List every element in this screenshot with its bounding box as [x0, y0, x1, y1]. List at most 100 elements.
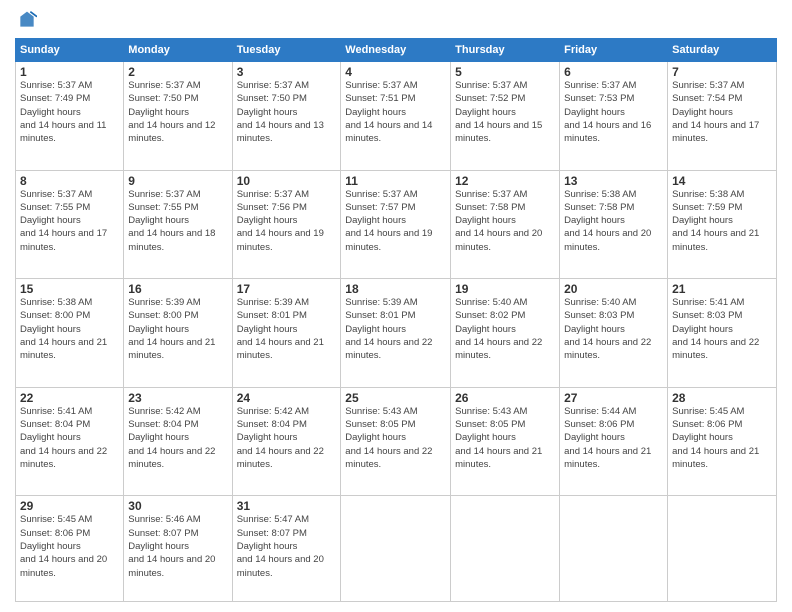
- day-cell-14: 14Sunrise: 5:38 AMSunset: 7:59 PMDayligh…: [668, 170, 777, 279]
- day-cell-8: 8Sunrise: 5:37 AMSunset: 7:55 PMDaylight…: [16, 170, 124, 279]
- weekday-header-monday: Monday: [124, 39, 232, 62]
- calendar-week-4: 22Sunrise: 5:41 AMSunset: 8:04 PMDayligh…: [16, 387, 777, 496]
- day-number-12: 12: [455, 174, 555, 188]
- day-info-22: Sunrise: 5:41 AMSunset: 8:04 PMDaylight …: [20, 405, 119, 471]
- calendar-week-2: 8Sunrise: 5:37 AMSunset: 7:55 PMDaylight…: [16, 170, 777, 279]
- weekday-header-tuesday: Tuesday: [232, 39, 341, 62]
- day-cell-15: 15Sunrise: 5:38 AMSunset: 8:00 PMDayligh…: [16, 279, 124, 388]
- day-cell-26: 26Sunrise: 5:43 AMSunset: 8:05 PMDayligh…: [451, 387, 560, 496]
- day-cell-1: 1Sunrise: 5:37 AMSunset: 7:49 PMDaylight…: [16, 62, 124, 171]
- weekday-header-wednesday: Wednesday: [341, 39, 451, 62]
- day-info-12: Sunrise: 5:37 AMSunset: 7:58 PMDaylight …: [455, 188, 555, 254]
- empty-cell: [451, 496, 560, 602]
- day-number-3: 3: [237, 65, 337, 79]
- day-number-19: 19: [455, 282, 555, 296]
- logo: [15, 10, 39, 30]
- day-info-10: Sunrise: 5:37 AMSunset: 7:56 PMDaylight …: [237, 188, 337, 254]
- logo-icon: [17, 10, 37, 30]
- day-cell-10: 10Sunrise: 5:37 AMSunset: 7:56 PMDayligh…: [232, 170, 341, 279]
- day-cell-18: 18Sunrise: 5:39 AMSunset: 8:01 PMDayligh…: [341, 279, 451, 388]
- day-number-5: 5: [455, 65, 555, 79]
- day-info-31: Sunrise: 5:47 AMSunset: 8:07 PMDaylight …: [237, 513, 337, 579]
- day-info-28: Sunrise: 5:45 AMSunset: 8:06 PMDaylight …: [672, 405, 772, 471]
- empty-cell: [341, 496, 451, 602]
- day-info-23: Sunrise: 5:42 AMSunset: 8:04 PMDaylight …: [128, 405, 227, 471]
- day-info-4: Sunrise: 5:37 AMSunset: 7:51 PMDaylight …: [345, 79, 446, 145]
- day-number-16: 16: [128, 282, 227, 296]
- day-number-29: 29: [20, 499, 119, 513]
- day-cell-17: 17Sunrise: 5:39 AMSunset: 8:01 PMDayligh…: [232, 279, 341, 388]
- day-info-7: Sunrise: 5:37 AMSunset: 7:54 PMDaylight …: [672, 79, 772, 145]
- day-info-21: Sunrise: 5:41 AMSunset: 8:03 PMDaylight …: [672, 296, 772, 362]
- day-info-19: Sunrise: 5:40 AMSunset: 8:02 PMDaylight …: [455, 296, 555, 362]
- day-number-31: 31: [237, 499, 337, 513]
- day-number-17: 17: [237, 282, 337, 296]
- day-number-9: 9: [128, 174, 227, 188]
- day-number-24: 24: [237, 391, 337, 405]
- day-info-30: Sunrise: 5:46 AMSunset: 8:07 PMDaylight …: [128, 513, 227, 579]
- day-info-16: Sunrise: 5:39 AMSunset: 8:00 PMDaylight …: [128, 296, 227, 362]
- day-number-25: 25: [345, 391, 446, 405]
- day-number-26: 26: [455, 391, 555, 405]
- day-info-29: Sunrise: 5:45 AMSunset: 8:06 PMDaylight …: [20, 513, 119, 579]
- empty-cell: [668, 496, 777, 602]
- day-info-14: Sunrise: 5:38 AMSunset: 7:59 PMDaylight …: [672, 188, 772, 254]
- weekday-header-thursday: Thursday: [451, 39, 560, 62]
- day-cell-19: 19Sunrise: 5:40 AMSunset: 8:02 PMDayligh…: [451, 279, 560, 388]
- day-cell-28: 28Sunrise: 5:45 AMSunset: 8:06 PMDayligh…: [668, 387, 777, 496]
- day-info-1: Sunrise: 5:37 AMSunset: 7:49 PMDaylight …: [20, 79, 119, 145]
- weekday-header-saturday: Saturday: [668, 39, 777, 62]
- day-cell-3: 3Sunrise: 5:37 AMSunset: 7:50 PMDaylight…: [232, 62, 341, 171]
- day-cell-6: 6Sunrise: 5:37 AMSunset: 7:53 PMDaylight…: [560, 62, 668, 171]
- day-info-26: Sunrise: 5:43 AMSunset: 8:05 PMDaylight …: [455, 405, 555, 471]
- weekday-header-sunday: Sunday: [16, 39, 124, 62]
- day-number-8: 8: [20, 174, 119, 188]
- day-cell-29: 29Sunrise: 5:45 AMSunset: 8:06 PMDayligh…: [16, 496, 124, 602]
- header: [15, 10, 777, 30]
- day-number-13: 13: [564, 174, 663, 188]
- day-cell-20: 20Sunrise: 5:40 AMSunset: 8:03 PMDayligh…: [560, 279, 668, 388]
- day-number-22: 22: [20, 391, 119, 405]
- day-number-30: 30: [128, 499, 227, 513]
- day-cell-7: 7Sunrise: 5:37 AMSunset: 7:54 PMDaylight…: [668, 62, 777, 171]
- day-info-8: Sunrise: 5:37 AMSunset: 7:55 PMDaylight …: [20, 188, 119, 254]
- day-info-11: Sunrise: 5:37 AMSunset: 7:57 PMDaylight …: [345, 188, 446, 254]
- day-number-2: 2: [128, 65, 227, 79]
- logo-text: [15, 10, 39, 30]
- day-number-14: 14: [672, 174, 772, 188]
- day-cell-4: 4Sunrise: 5:37 AMSunset: 7:51 PMDaylight…: [341, 62, 451, 171]
- day-number-28: 28: [672, 391, 772, 405]
- day-number-18: 18: [345, 282, 446, 296]
- day-cell-2: 2Sunrise: 5:37 AMSunset: 7:50 PMDaylight…: [124, 62, 232, 171]
- day-number-4: 4: [345, 65, 446, 79]
- calendar-week-5: 29Sunrise: 5:45 AMSunset: 8:06 PMDayligh…: [16, 496, 777, 602]
- day-cell-24: 24Sunrise: 5:42 AMSunset: 8:04 PMDayligh…: [232, 387, 341, 496]
- day-cell-30: 30Sunrise: 5:46 AMSunset: 8:07 PMDayligh…: [124, 496, 232, 602]
- day-cell-23: 23Sunrise: 5:42 AMSunset: 8:04 PMDayligh…: [124, 387, 232, 496]
- day-cell-21: 21Sunrise: 5:41 AMSunset: 8:03 PMDayligh…: [668, 279, 777, 388]
- weekday-header-friday: Friday: [560, 39, 668, 62]
- day-cell-5: 5Sunrise: 5:37 AMSunset: 7:52 PMDaylight…: [451, 62, 560, 171]
- day-info-27: Sunrise: 5:44 AMSunset: 8:06 PMDaylight …: [564, 405, 663, 471]
- day-info-2: Sunrise: 5:37 AMSunset: 7:50 PMDaylight …: [128, 79, 227, 145]
- day-cell-13: 13Sunrise: 5:38 AMSunset: 7:58 PMDayligh…: [560, 170, 668, 279]
- calendar-table: SundayMondayTuesdayWednesdayThursdayFrid…: [15, 38, 777, 602]
- day-info-15: Sunrise: 5:38 AMSunset: 8:00 PMDaylight …: [20, 296, 119, 362]
- day-number-1: 1: [20, 65, 119, 79]
- calendar-week-3: 15Sunrise: 5:38 AMSunset: 8:00 PMDayligh…: [16, 279, 777, 388]
- day-cell-11: 11Sunrise: 5:37 AMSunset: 7:57 PMDayligh…: [341, 170, 451, 279]
- weekday-header-row: SundayMondayTuesdayWednesdayThursdayFrid…: [16, 39, 777, 62]
- day-cell-16: 16Sunrise: 5:39 AMSunset: 8:00 PMDayligh…: [124, 279, 232, 388]
- day-cell-9: 9Sunrise: 5:37 AMSunset: 7:55 PMDaylight…: [124, 170, 232, 279]
- day-cell-25: 25Sunrise: 5:43 AMSunset: 8:05 PMDayligh…: [341, 387, 451, 496]
- day-info-3: Sunrise: 5:37 AMSunset: 7:50 PMDaylight …: [237, 79, 337, 145]
- day-info-24: Sunrise: 5:42 AMSunset: 8:04 PMDaylight …: [237, 405, 337, 471]
- day-number-10: 10: [237, 174, 337, 188]
- empty-cell: [560, 496, 668, 602]
- day-cell-27: 27Sunrise: 5:44 AMSunset: 8:06 PMDayligh…: [560, 387, 668, 496]
- day-number-7: 7: [672, 65, 772, 79]
- day-info-25: Sunrise: 5:43 AMSunset: 8:05 PMDaylight …: [345, 405, 446, 471]
- day-info-5: Sunrise: 5:37 AMSunset: 7:52 PMDaylight …: [455, 79, 555, 145]
- day-info-9: Sunrise: 5:37 AMSunset: 7:55 PMDaylight …: [128, 188, 227, 254]
- day-info-20: Sunrise: 5:40 AMSunset: 8:03 PMDaylight …: [564, 296, 663, 362]
